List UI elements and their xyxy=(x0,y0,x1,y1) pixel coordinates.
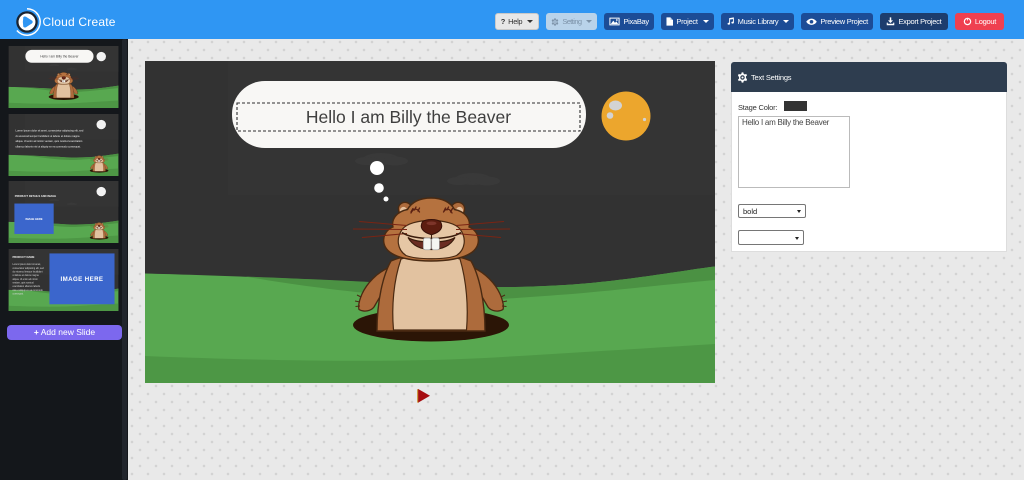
svg-text:Hello I am Billy the Beaver: Hello I am Billy the Beaver xyxy=(40,55,79,59)
svg-text:Hello I am Billy the Beaver: Hello I am Billy the Beaver xyxy=(306,107,511,127)
svg-text:IMAGE HERE: IMAGE HERE xyxy=(61,275,104,282)
